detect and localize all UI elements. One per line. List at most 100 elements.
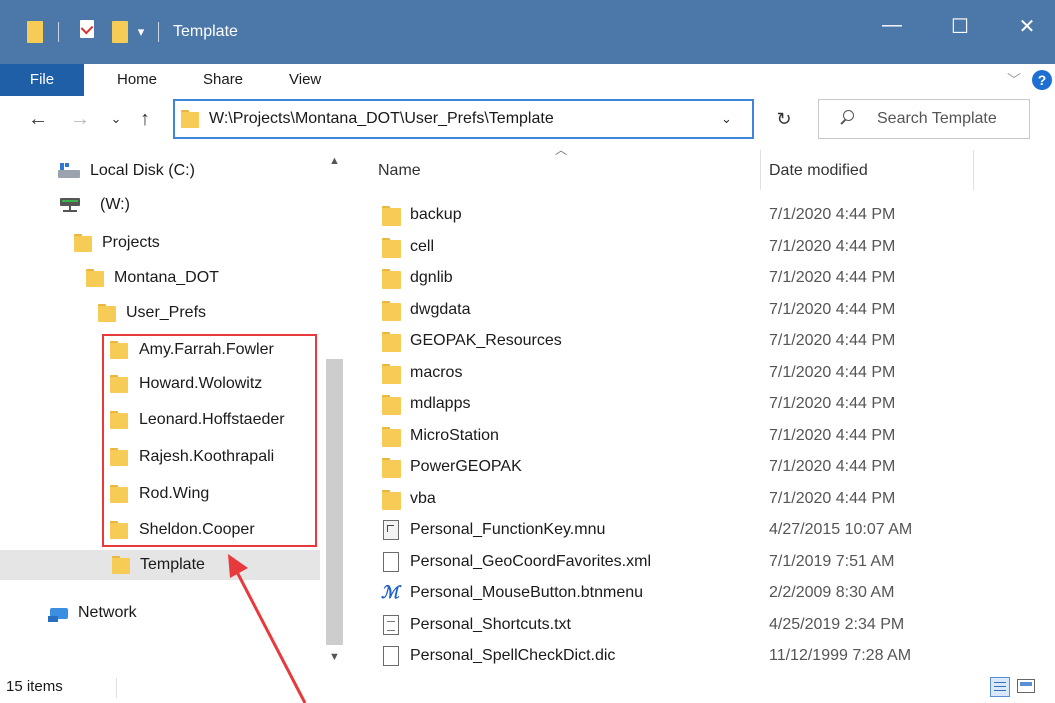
file-name: macros xyxy=(410,364,463,381)
list-item[interactable]: PowerGEOPAK 7/1/2020 4:44 PM xyxy=(378,452,978,482)
divider xyxy=(116,678,117,698)
divider xyxy=(158,22,159,42)
folder-icon xyxy=(382,206,401,226)
file-date: 7/1/2020 4:44 PM xyxy=(769,238,896,255)
file-date: 7/1/2020 4:44 PM xyxy=(769,427,896,444)
properties-icon[interactable] xyxy=(80,20,94,38)
search-box[interactable]: Search Template xyxy=(818,99,1030,139)
folder-icon xyxy=(86,269,104,287)
tab-home[interactable]: Home xyxy=(117,64,157,96)
list-item[interactable]: MicroStation 7/1/2020 4:44 PM xyxy=(378,421,978,451)
address-path[interactable]: W:\Projects\Montana_DOT\User_Prefs\Templ… xyxy=(209,101,554,137)
nav-item-label: Template xyxy=(140,556,205,573)
file-date: 7/1/2020 4:44 PM xyxy=(769,269,896,286)
help-icon[interactable]: ? xyxy=(1032,70,1052,90)
large-icons-view-icon[interactable] xyxy=(1017,679,1035,693)
file-tab[interactable]: File xyxy=(0,64,84,96)
nav-item-label: Montana_DOT xyxy=(114,269,219,286)
tab-share[interactable]: Share xyxy=(203,64,243,96)
list-item[interactable]: GEOPAK_Resources 7/1/2020 4:44 PM xyxy=(378,326,978,356)
details-view-icon[interactable] xyxy=(990,677,1010,697)
list-item[interactable]: dgnlib 7/1/2020 4:44 PM xyxy=(378,263,978,293)
list-item[interactable]: dwgdata 7/1/2020 4:44 PM xyxy=(378,295,978,325)
address-bar[interactable]: W:\Projects\Montana_DOT\User_Prefs\Templ… xyxy=(173,99,754,139)
list-item[interactable]: vba 7/1/2020 4:44 PM xyxy=(378,484,978,514)
nav-item-label: (W:) xyxy=(100,196,130,213)
file-name: Personal_FunctionKey.mnu xyxy=(410,521,606,538)
column-header-name[interactable]: Name xyxy=(378,156,421,186)
folder-icon xyxy=(382,364,401,384)
title-bar-fill xyxy=(0,46,1055,64)
list-item[interactable]: Personal_Shortcuts.txt 4/25/2019 2:34 PM xyxy=(378,610,978,640)
chevron-down-icon[interactable]: ﹀ xyxy=(1005,66,1023,94)
scroll-down-icon[interactable]: ▼ xyxy=(329,651,340,663)
file-date: 7/1/2020 4:44 PM xyxy=(769,364,896,381)
folder-icon xyxy=(98,304,116,322)
column-header-date[interactable]: Date modified xyxy=(769,156,868,186)
file-name: backup xyxy=(410,206,462,223)
up-arrow-icon[interactable]: ↑ xyxy=(131,104,159,134)
forward-arrow-icon[interactable]: → xyxy=(66,104,94,134)
file-date: 7/1/2020 4:44 PM xyxy=(769,206,896,223)
column-divider[interactable] xyxy=(973,150,974,190)
file-date: 4/25/2019 2:34 PM xyxy=(769,616,905,633)
file-name: vba xyxy=(410,490,436,507)
drive-icon xyxy=(58,163,80,178)
file-name: MicroStation xyxy=(410,427,499,444)
nav-item-label: Local Disk (C:) xyxy=(90,162,195,179)
scroll-thumb[interactable] xyxy=(326,359,343,645)
file-name: Personal_Shortcuts.txt xyxy=(410,616,571,633)
file-name: Personal_GeoCoordFavorites.xml xyxy=(410,553,651,570)
file-date: 7/1/2020 4:44 PM xyxy=(769,458,896,475)
folder-icon xyxy=(382,490,401,510)
list-item[interactable]: backup 7/1/2020 4:44 PM xyxy=(378,200,978,230)
new-folder-icon[interactable] xyxy=(112,21,128,43)
customize-toolbar-icon[interactable]: ▾ xyxy=(133,22,149,42)
list-item[interactable]: macros 7/1/2020 4:44 PM xyxy=(378,358,978,388)
text-file-icon xyxy=(383,615,399,635)
search-icon xyxy=(839,108,854,128)
file-date: 7/1/2020 4:44 PM xyxy=(769,332,896,349)
refresh-icon[interactable]: ↻ xyxy=(764,99,804,139)
file-date: 7/1/2020 4:44 PM xyxy=(769,395,896,412)
folder-icon xyxy=(27,21,43,43)
window-title: Template xyxy=(173,23,238,40)
sort-ascending-icon: ︿ xyxy=(555,143,568,157)
folder-icon xyxy=(382,458,401,478)
folder-icon xyxy=(181,110,199,128)
address-dropdown-icon[interactable]: ⌄ xyxy=(721,101,732,137)
folder-icon xyxy=(382,238,401,258)
file-name: Personal_SpellCheckDict.dic xyxy=(410,647,616,664)
folder-icon xyxy=(382,269,401,289)
list-item[interactable]: cell 7/1/2020 4:44 PM xyxy=(378,232,978,262)
search-input[interactable]: Search Template xyxy=(877,100,997,138)
list-item[interactable]: Personal_GeoCoordFavorites.xml 7/1/2019 … xyxy=(378,547,978,577)
folder-icon xyxy=(382,301,401,321)
folder-icon xyxy=(74,234,92,252)
file-date: 2/2/2009 8:30 AM xyxy=(769,584,895,601)
file-name: dwgdata xyxy=(410,301,471,318)
file-name: Personal_MouseButton.btnmenu xyxy=(410,584,644,601)
file-name: GEOPAK_Resources xyxy=(410,332,562,349)
list-item[interactable]: ℳ Personal_MouseButton.btnmenu 2/2/2009 … xyxy=(378,578,978,608)
nav-item-label: User_Prefs xyxy=(126,304,207,321)
list-item[interactable]: Personal_FunctionKey.mnu 4/27/2015 10:07… xyxy=(378,515,978,545)
file-name: PowerGEOPAK xyxy=(410,458,522,475)
back-arrow-icon[interactable]: ← xyxy=(24,104,52,134)
status-bar: 15 items xyxy=(0,674,1055,703)
column-divider[interactable] xyxy=(760,150,761,190)
folder-icon xyxy=(382,332,401,352)
nav-item-label: Network xyxy=(78,604,137,621)
list-item[interactable]: mdlapps 7/1/2020 4:44 PM xyxy=(378,389,978,419)
scroll-up-icon[interactable]: ▲ xyxy=(329,155,340,167)
folder-icon xyxy=(112,556,130,574)
highlight-box xyxy=(102,334,317,547)
recent-locations-icon[interactable]: ⌄ xyxy=(102,104,130,134)
list-item[interactable]: Personal_SpellCheckDict.dic 11/12/1999 7… xyxy=(378,641,978,671)
file-date: 11/12/1999 7:28 AM xyxy=(769,647,912,664)
file-date: 7/1/2020 4:44 PM xyxy=(769,301,896,318)
tab-view[interactable]: View xyxy=(289,64,321,96)
microstation-file-icon: ℳ xyxy=(381,583,400,602)
file-name: dgnlib xyxy=(410,269,453,286)
ribbon xyxy=(0,64,1055,96)
